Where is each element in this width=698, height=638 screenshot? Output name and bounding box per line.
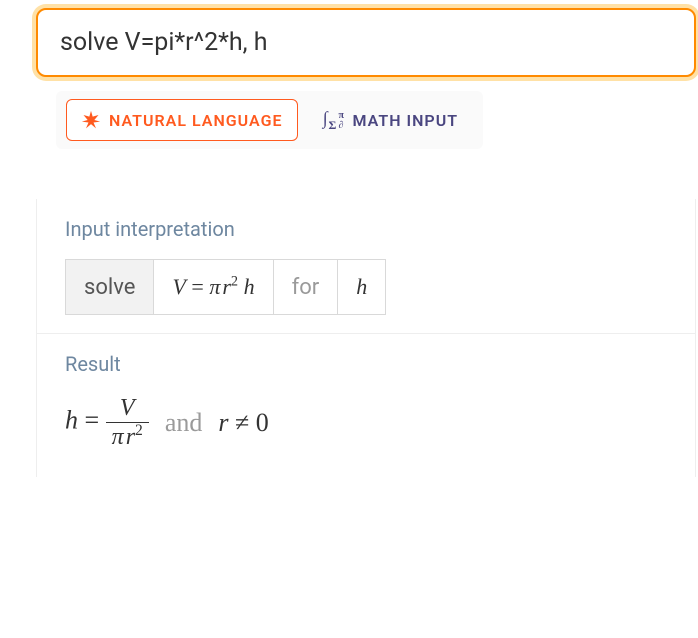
burst-icon — [81, 110, 101, 130]
result-condition: r ≠ 0 — [218, 408, 268, 438]
mode-tabs: NATURAL LANGUAGE ∫Σπ∂ MATH INPUT — [56, 91, 483, 149]
table-row: solve V = πr2 h for h — [66, 260, 386, 315]
interpretation-table: solve V = πr2 h for h — [65, 259, 386, 315]
cell-for: for — [273, 260, 338, 315]
result-and: and — [165, 408, 203, 438]
cell-variable: h — [338, 260, 386, 315]
tab-math-input[interactable]: ∫Σπ∂ MATH INPUT — [308, 99, 474, 141]
tab-label: NATURAL LANGUAGE — [109, 111, 283, 130]
result-equation: h = V πr2 — [65, 396, 149, 449]
cell-equation: V = πr2 h — [154, 260, 273, 315]
tab-natural-language[interactable]: NATURAL LANGUAGE — [66, 99, 298, 141]
section-title-interpretation: Input interpretation — [37, 199, 695, 255]
tab-label: MATH INPUT — [353, 111, 459, 130]
interpretation-content: solve V = πr2 h for h — [37, 255, 695, 334]
fraction: V πr2 — [106, 396, 149, 449]
search-container — [36, 8, 698, 77]
cell-solve: solve — [66, 260, 154, 315]
section-title-result: Result — [37, 334, 695, 390]
search-box[interactable] — [36, 8, 696, 77]
search-input[interactable] — [60, 28, 672, 57]
results-panel: Input interpretation solve V = πr2 h for… — [36, 199, 696, 477]
result-content: h = V πr2 and r ≠ 0 — [37, 390, 695, 477]
math-input-icon: ∫Σπ∂ — [323, 111, 345, 129]
